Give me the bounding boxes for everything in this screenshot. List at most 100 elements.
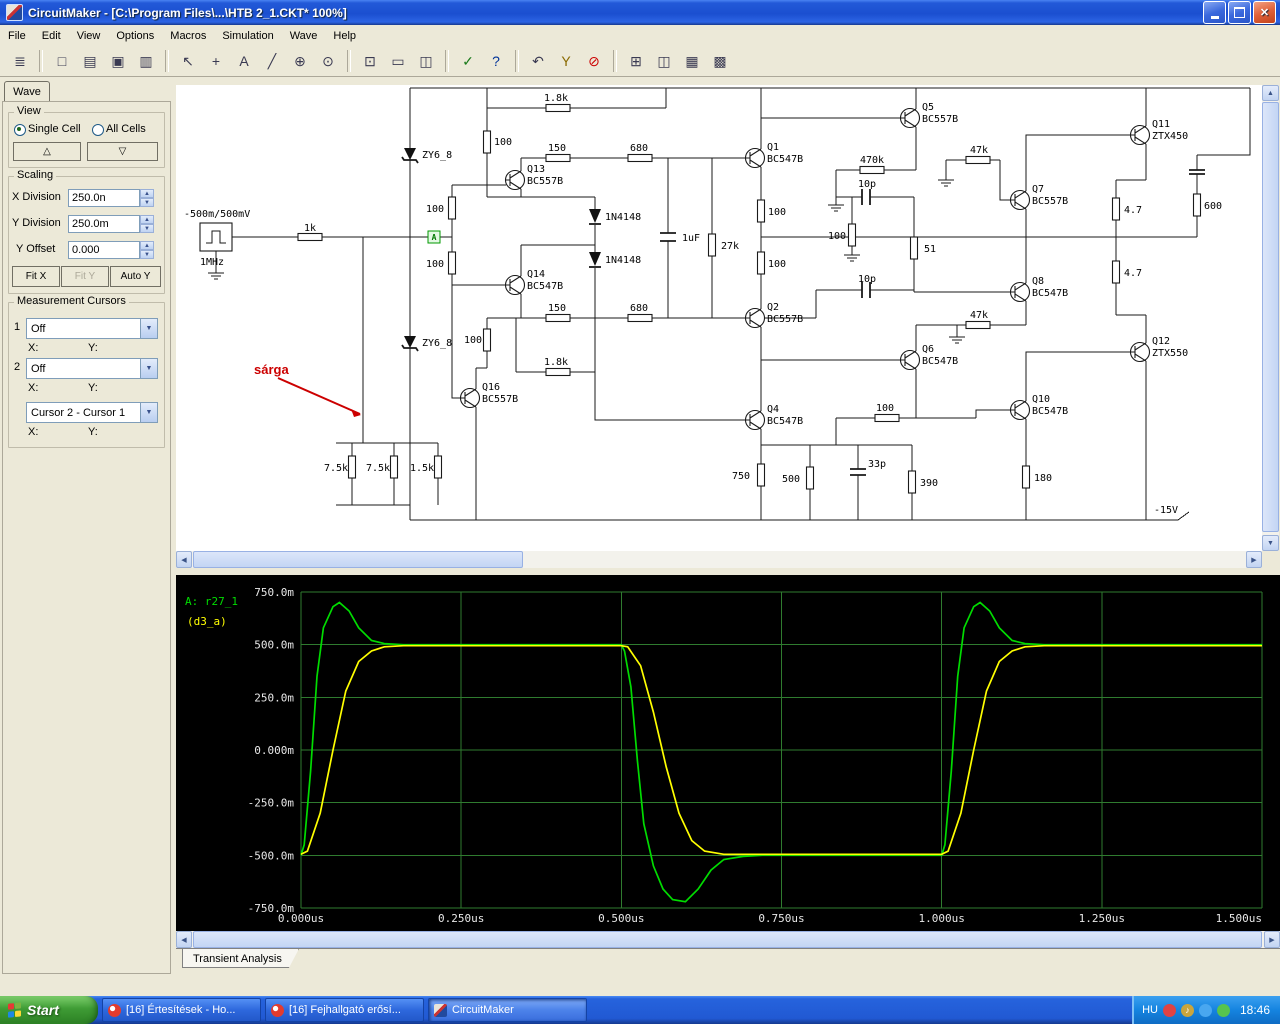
delete-button[interactable]: ╱: [259, 48, 285, 74]
tab-wave[interactable]: Wave: [4, 81, 50, 102]
menu-wave[interactable]: Wave: [282, 27, 326, 45]
taskbar-item-notifications[interactable]: [16] Értesítések - Ho...: [102, 998, 261, 1022]
volume-icon[interactable]: ♪: [1180, 1003, 1194, 1017]
y-offset-label: Y Offset: [16, 243, 56, 255]
stop-button[interactable]: ⊘: [581, 48, 607, 74]
chevron-down-icon[interactable]: ▼: [140, 359, 157, 378]
menu-help[interactable]: Help: [325, 27, 364, 45]
wave-grid-icon: ▩: [713, 53, 727, 69]
zoom-window-button[interactable]: ⊡: [357, 48, 383, 74]
cursor-diff-select[interactable]: Cursor 2 - Cursor 1 ▼: [26, 402, 158, 423]
zoom-button[interactable]: ⊙: [315, 48, 341, 74]
vscroll-thumb[interactable]: [1262, 102, 1279, 532]
spin-up-icon[interactable]: ▲: [140, 241, 154, 250]
maximize-button[interactable]: [1228, 1, 1251, 24]
menu-file[interactable]: File: [0, 27, 34, 45]
spin-down-icon[interactable]: ▼: [140, 224, 154, 233]
text-button[interactable]: A: [231, 48, 257, 74]
zoom-in-icon: ⊕: [294, 53, 306, 69]
scroll-down-button[interactable]: ▽: [87, 142, 158, 161]
scroll-right-arrow-icon[interactable]: ▶: [1264, 931, 1280, 948]
spin-down-icon[interactable]: ▼: [140, 250, 154, 259]
print-button[interactable]: ▥: [133, 48, 159, 74]
component-label: ZTX450: [1152, 131, 1188, 142]
cursor-button[interactable]: ↖: [175, 48, 201, 74]
menu-edit[interactable]: Edit: [34, 27, 69, 45]
scroll-left-arrow-icon[interactable]: ◀: [176, 931, 192, 948]
split-view-button[interactable]: ◫: [413, 48, 439, 74]
wave-dual-button[interactable]: ◫: [651, 48, 677, 74]
trace-legend-green: A: r27_1: [185, 595, 238, 608]
tab-transient-analysis[interactable]: Transient Analysis: [182, 949, 299, 968]
wave-grid-button[interactable]: ▩: [707, 48, 733, 74]
spin-up-icon[interactable]: ▲: [140, 215, 154, 224]
wave-dual-icon: ◫: [657, 53, 671, 69]
x-division-spinner[interactable]: ▲ ▼: [140, 189, 154, 207]
schematic-hscrollbar[interactable]: ◀ ▶: [176, 551, 1262, 568]
sheet-button[interactable]: ▭: [385, 48, 411, 74]
waveform-canvas[interactable]: A: r27_1 (d3_a) 0.000us 0.250us 0.500us 0.7…: [176, 575, 1280, 931]
scroll-down-arrow-icon[interactable]: ▼: [1262, 535, 1279, 551]
taskbar-item-headphone-amp[interactable]: [16] Fejhallgató erősí...: [265, 998, 424, 1022]
scroll-right-arrow-icon[interactable]: ▶: [1246, 551, 1262, 568]
menu-macros[interactable]: Macros: [162, 27, 214, 45]
title-bar[interactable]: CircuitMaker - [C:\Program Files\...\HTB…: [0, 0, 1280, 25]
taskbar-item-circuitmaker[interactable]: CircuitMaker: [428, 998, 587, 1022]
cursor2-select[interactable]: Off ▼: [26, 358, 158, 379]
y-tick-label: -500.0m: [248, 849, 295, 862]
wave-single-button[interactable]: ⊞: [623, 48, 649, 74]
start-button[interactable]: Start: [0, 996, 98, 1024]
menu-options[interactable]: Options: [108, 27, 162, 45]
y-tick-label: 500.0m: [254, 639, 294, 652]
fit-y-button[interactable]: Fit Y: [61, 266, 109, 287]
x-division-input[interactable]: [68, 189, 140, 207]
scroll-left-arrow-icon[interactable]: ◀: [176, 551, 192, 568]
chevron-down-icon[interactable]: ▼: [140, 403, 157, 422]
waveform-hscrollbar[interactable]: ◀ ▶: [176, 931, 1280, 948]
security-icon[interactable]: [1162, 1003, 1176, 1017]
y-offset-spinner[interactable]: ▲ ▼: [140, 241, 154, 259]
scroll-up-arrow-icon[interactable]: ▲: [1262, 85, 1279, 101]
y-division-spinner[interactable]: ▲ ▼: [140, 215, 154, 233]
spin-up-icon[interactable]: ▲: [140, 189, 154, 198]
hscroll-thumb[interactable]: [193, 931, 1262, 948]
menu-simulation[interactable]: Simulation: [214, 27, 281, 45]
network-icon[interactable]: [1198, 1003, 1212, 1017]
close-button[interactable]: ✕: [1253, 1, 1276, 24]
cursor1-x-label: X:: [28, 342, 39, 354]
auto-y-button[interactable]: Auto Y: [110, 266, 161, 287]
run-check-button[interactable]: ✓: [455, 48, 481, 74]
y-offset-input[interactable]: [68, 241, 140, 259]
wave-quad-button[interactable]: ▦: [679, 48, 705, 74]
zoom-in-button[interactable]: ⊕: [287, 48, 313, 74]
chevron-down-icon[interactable]: ▼: [140, 319, 157, 338]
language-indicator[interactable]: HU: [1142, 1004, 1158, 1016]
minimize-button[interactable]: [1203, 1, 1226, 24]
component-label: 7.5k: [324, 463, 348, 474]
probe-button[interactable]: Y: [553, 48, 579, 74]
scroll-up-button[interactable]: △: [13, 142, 81, 161]
minimize-icon: [1210, 16, 1219, 19]
new-button[interactable]: □: [49, 48, 75, 74]
wire-button[interactable]: +: [203, 48, 229, 74]
help-button[interactable]: ?: [483, 48, 509, 74]
schematic-canvas[interactable]: 1.8k 100 150 680 Q5 BC557B Q1 BC547B Q11 ZTX450 ZY…: [176, 85, 1262, 551]
window-title: CircuitMaker - [C:\Program Files\...\HTB…: [28, 5, 347, 20]
hscroll-thumb[interactable]: [193, 551, 523, 568]
y-division-input[interactable]: [68, 215, 140, 233]
messenger-icon[interactable]: [1216, 1003, 1230, 1017]
open-button[interactable]: ▤: [77, 48, 103, 74]
menu-view[interactable]: View: [69, 27, 109, 45]
browse-button[interactable]: ≣: [7, 48, 33, 74]
cursor1-select[interactable]: Off ▼: [26, 318, 158, 339]
reset-button[interactable]: ↶: [525, 48, 551, 74]
single-cell-radio[interactable]: [14, 124, 26, 136]
schematic-vscrollbar[interactable]: ▲ ▼: [1262, 85, 1279, 551]
save-button[interactable]: ▣: [105, 48, 131, 74]
spin-down-icon[interactable]: ▼: [140, 198, 154, 207]
component-label: ZTX550: [1152, 348, 1188, 359]
component-label: BC547B: [767, 416, 803, 427]
fit-x-button[interactable]: Fit X: [12, 266, 60, 287]
all-cells-radio[interactable]: [92, 124, 104, 136]
component-label: ZY6_8: [422, 338, 452, 349]
